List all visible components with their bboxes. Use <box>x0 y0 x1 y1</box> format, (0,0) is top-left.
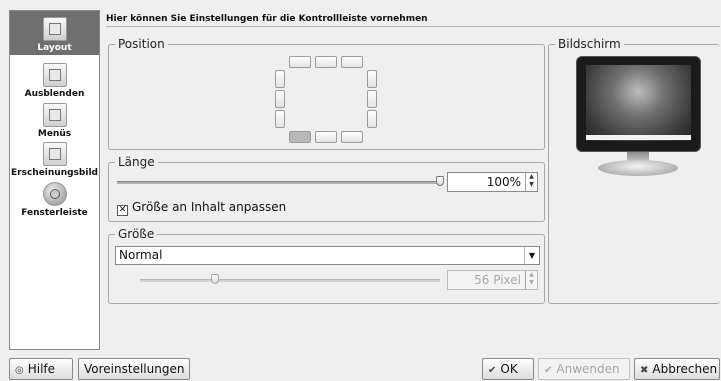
spin-up-icon[interactable]: ▲ <box>526 271 537 279</box>
fit-content-label[interactable]: Größe an Inhalt anpassen <box>132 200 286 214</box>
position-top-left-button[interactable] <box>289 56 311 68</box>
monitor-screen <box>586 65 691 141</box>
apply-button[interactable]: ✔ Anwenden <box>538 358 630 380</box>
position-top-right-button[interactable] <box>341 56 363 68</box>
spin-up-icon[interactable]: ▲ <box>526 173 537 181</box>
close-icon: ✖ <box>640 365 649 376</box>
length-group-title: Länge <box>115 155 158 169</box>
defaults-label: Voreinstellungen <box>84 362 185 376</box>
position-bottom-center-button[interactable] <box>315 131 337 143</box>
apply-label: Anwenden <box>556 362 620 376</box>
page-description: Hier können Sie Einstellungen für die Ko… <box>106 14 428 24</box>
monitor-base <box>598 160 678 176</box>
size-group-title: Größe <box>115 227 158 241</box>
sidebar: Layout Ausblenden Menüs Erscheinungsbild… <box>9 10 100 350</box>
defaults-button[interactable]: Voreinstellungen <box>78 358 190 380</box>
ok-button[interactable]: ✔ OK <box>482 358 534 380</box>
layout-icon <box>42 17 67 41</box>
sidebar-item-label: Erscheinungsbild <box>11 168 98 178</box>
length-spinbox[interactable]: 100% ▲ ▼ <box>447 172 538 192</box>
check-icon: ✔ <box>488 365 497 376</box>
cancel-button[interactable]: ✖ Abbrechen <box>634 358 720 380</box>
position-right-top-button[interactable] <box>367 70 377 88</box>
sidebar-item-label: Menüs <box>37 129 72 139</box>
sidebar-item-ausblenden[interactable]: Ausblenden <box>10 63 99 99</box>
position-left-bottom-button[interactable] <box>275 110 285 128</box>
position-top-center-button[interactable] <box>315 56 337 68</box>
spin-down-icon[interactable]: ▼ <box>526 279 537 287</box>
spin-down-icon[interactable]: ▼ <box>526 181 537 189</box>
position-left-center-button[interactable] <box>275 90 285 108</box>
appearance-icon <box>42 142 67 166</box>
position-left-top-button[interactable] <box>275 70 285 88</box>
help-label: Hilfe <box>27 362 56 376</box>
size-select[interactable]: Normal ▼ <box>115 246 540 265</box>
position-right-bottom-button[interactable] <box>367 110 377 128</box>
taskbar-icon <box>42 182 67 206</box>
size-slider[interactable] <box>140 279 440 282</box>
sidebar-item-layout[interactable]: Layout <box>10 11 99 55</box>
length-slider[interactable] <box>117 181 440 184</box>
length-spinbox-arrows[interactable]: ▲ ▼ <box>525 173 537 191</box>
dropdown-arrow-icon[interactable]: ▼ <box>524 247 539 264</box>
size-slider-handle[interactable] <box>211 274 219 284</box>
size-group: Größe <box>108 227 545 304</box>
help-icon: ◎ <box>15 365 24 376</box>
cancel-label: Abbrechen <box>652 362 718 376</box>
panel-preview <box>586 135 691 140</box>
screen-group-title: Bildschirm <box>555 37 624 51</box>
monitor-preview <box>576 56 701 152</box>
help-button[interactable]: ◎ Hilfe <box>9 358 73 380</box>
check-icon: ✔ <box>544 365 553 376</box>
header-divider <box>106 26 720 27</box>
position-group-title: Position <box>115 37 168 51</box>
position-bottom-left-button[interactable] <box>289 131 311 143</box>
size-spinbox-arrows[interactable]: ▲ ▼ <box>525 271 537 289</box>
size-custom-value: 56 Pixel <box>474 273 521 287</box>
sidebar-item-label: Ausblenden <box>24 89 85 99</box>
hide-icon <box>42 63 67 87</box>
menus-icon <box>42 103 67 127</box>
length-slider-handle[interactable] <box>436 176 444 186</box>
ok-label: OK <box>500 362 518 376</box>
sidebar-item-menus[interactable]: Menüs <box>10 103 99 139</box>
sidebar-item-label: Fensterleiste <box>21 208 88 218</box>
sidebar-item-erscheinungsbild[interactable]: Erscheinungsbild <box>10 142 99 178</box>
sidebar-item-label: Layout <box>37 43 72 53</box>
position-bottom-right-button[interactable] <box>341 131 363 143</box>
fit-content-checkbox[interactable]: ✕ <box>117 205 128 216</box>
position-right-center-button[interactable] <box>367 90 377 108</box>
size-custom-spinbox[interactable]: 56 Pixel ▲ ▼ <box>447 270 538 290</box>
length-value: 100% <box>486 175 521 189</box>
size-select-value: Normal <box>119 248 163 262</box>
fit-content-row[interactable]: ✕ Größe an Inhalt anpassen <box>117 200 286 216</box>
sidebar-item-fensterleiste[interactable]: Fensterleiste <box>10 182 99 218</box>
